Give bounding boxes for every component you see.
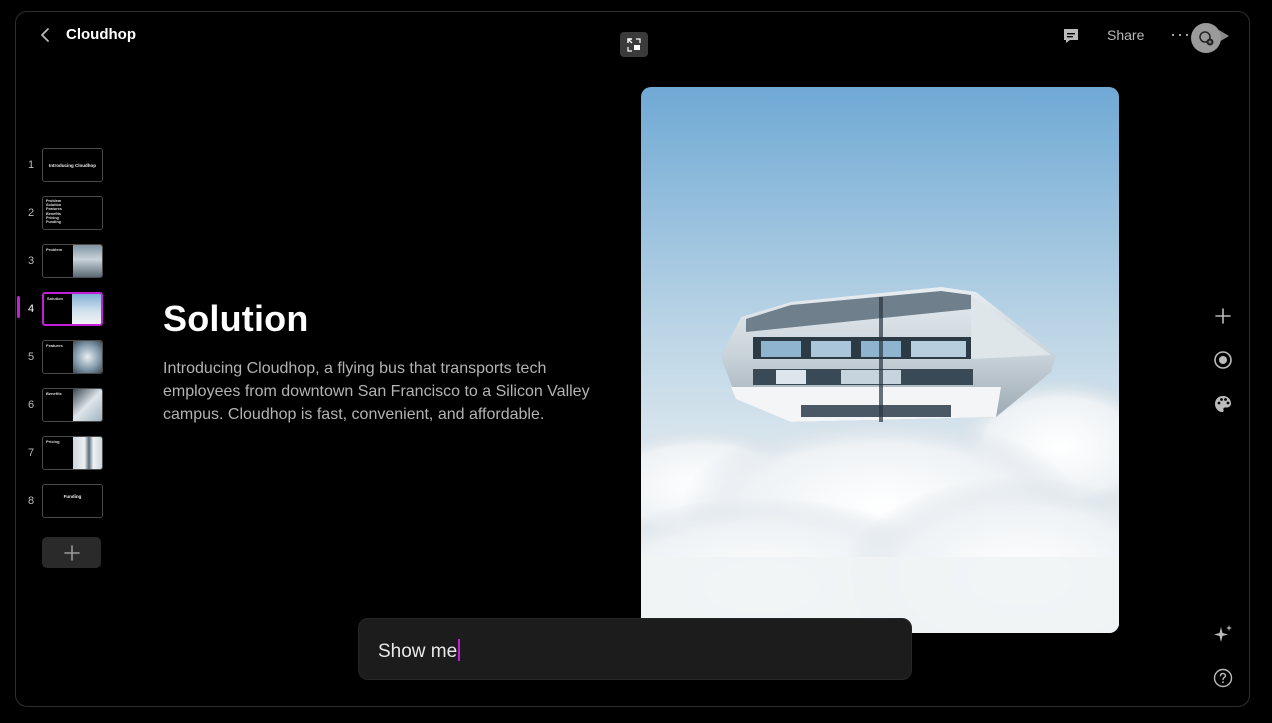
exit-fullscreen-button[interactable]: [620, 32, 648, 57]
slide-thumbnail-7[interactable]: 7 Pricing: [16, 436, 136, 474]
slide-preview: Introducing Cloudhop: [42, 148, 103, 182]
slide-preview: Funding: [42, 484, 103, 518]
comment-button[interactable]: [1061, 26, 1083, 46]
ai-assistant-button[interactable]: [1211, 622, 1235, 646]
comment-icon: [1064, 29, 1078, 43]
slide-number: 2: [27, 207, 35, 219]
slide-preview-image: [72, 294, 101, 324]
slide-preview-title: Introducing Cloudhop: [49, 163, 96, 168]
more-menu-button[interactable]: ···: [1170, 24, 1191, 45]
sparkle-icon: [1214, 625, 1232, 642]
slide-preview-title: Funding: [63, 494, 82, 499]
prompt-value: Show me: [378, 641, 458, 662]
user-avatar[interactable]: [1191, 23, 1221, 53]
slide-title[interactable]: Solution: [163, 298, 309, 340]
minimize-icon: [627, 37, 641, 52]
presentation-title: Cloudhop: [66, 26, 136, 43]
share-button[interactable]: Share: [1107, 27, 1144, 43]
slide-thumbnail-5[interactable]: 5 Features: [16, 340, 136, 378]
theme-button[interactable]: [1211, 392, 1235, 416]
slide-body-text[interactable]: Introducing Cloudhop, a flying bus that …: [163, 357, 623, 426]
add-slide-button[interactable]: [42, 537, 101, 568]
back-button[interactable]: [36, 25, 56, 45]
slide-thumbnail-3[interactable]: 3 Problem: [16, 244, 136, 282]
record-icon: [1214, 351, 1232, 369]
plus-icon: [1215, 308, 1231, 324]
slide-thumbnail-4[interactable]: 4 Solution: [16, 292, 136, 330]
slide-image[interactable]: [641, 87, 1119, 633]
plus-icon: [63, 544, 80, 561]
prompt-text-wrap: Show me: [378, 639, 461, 663]
active-slide-indicator: [17, 296, 20, 318]
slide-number: 4: [27, 303, 35, 315]
record-button[interactable]: [1211, 348, 1235, 372]
slide-preview: Problem: [42, 244, 103, 278]
slide-preview-line: Funding: [46, 220, 61, 225]
avatar-icon: [1199, 31, 1214, 46]
slide-preview: Solution: [42, 292, 103, 326]
slide-preview-image: [73, 245, 102, 277]
slide-number: 5: [27, 351, 35, 363]
help-button[interactable]: [1211, 666, 1235, 690]
slide-preview: Features: [42, 340, 103, 374]
slide-thumbnail-8[interactable]: 8 Funding: [16, 484, 136, 522]
slide-thumbnail-6[interactable]: 6 Benefits: [16, 388, 136, 426]
slide-preview: Pricing: [42, 436, 103, 470]
help-icon: [1213, 668, 1233, 688]
slide-preview-image: [73, 341, 102, 373]
slide-preview: Problem Solution Features Benefits Prici…: [42, 196, 103, 230]
slide-thumbnail-2[interactable]: 2 Problem Solution Features Benefits Pri…: [16, 196, 136, 234]
slide-preview: Benefits: [42, 388, 103, 422]
text-caret: [458, 639, 461, 661]
app-window: Cloudhop Share ··· 1 Introducing Cloudho…: [15, 11, 1250, 707]
slide-preview-image: [73, 389, 102, 421]
add-element-button[interactable]: [1211, 304, 1235, 328]
slide-number: 6: [27, 399, 35, 411]
slide-thumbnail-1[interactable]: 1 Introducing Cloudhop: [16, 148, 136, 186]
slide-number: 3: [27, 255, 35, 267]
slide-preview-image: [73, 437, 102, 469]
slide-number: 8: [27, 495, 35, 507]
ai-prompt-input[interactable]: Show me: [358, 618, 912, 680]
flying-bus-illustration: [641, 87, 1119, 633]
slide-number: 1: [27, 159, 35, 171]
palette-icon: [1215, 396, 1231, 412]
slide-number: 7: [27, 447, 35, 459]
chevron-left-icon: [41, 28, 49, 42]
